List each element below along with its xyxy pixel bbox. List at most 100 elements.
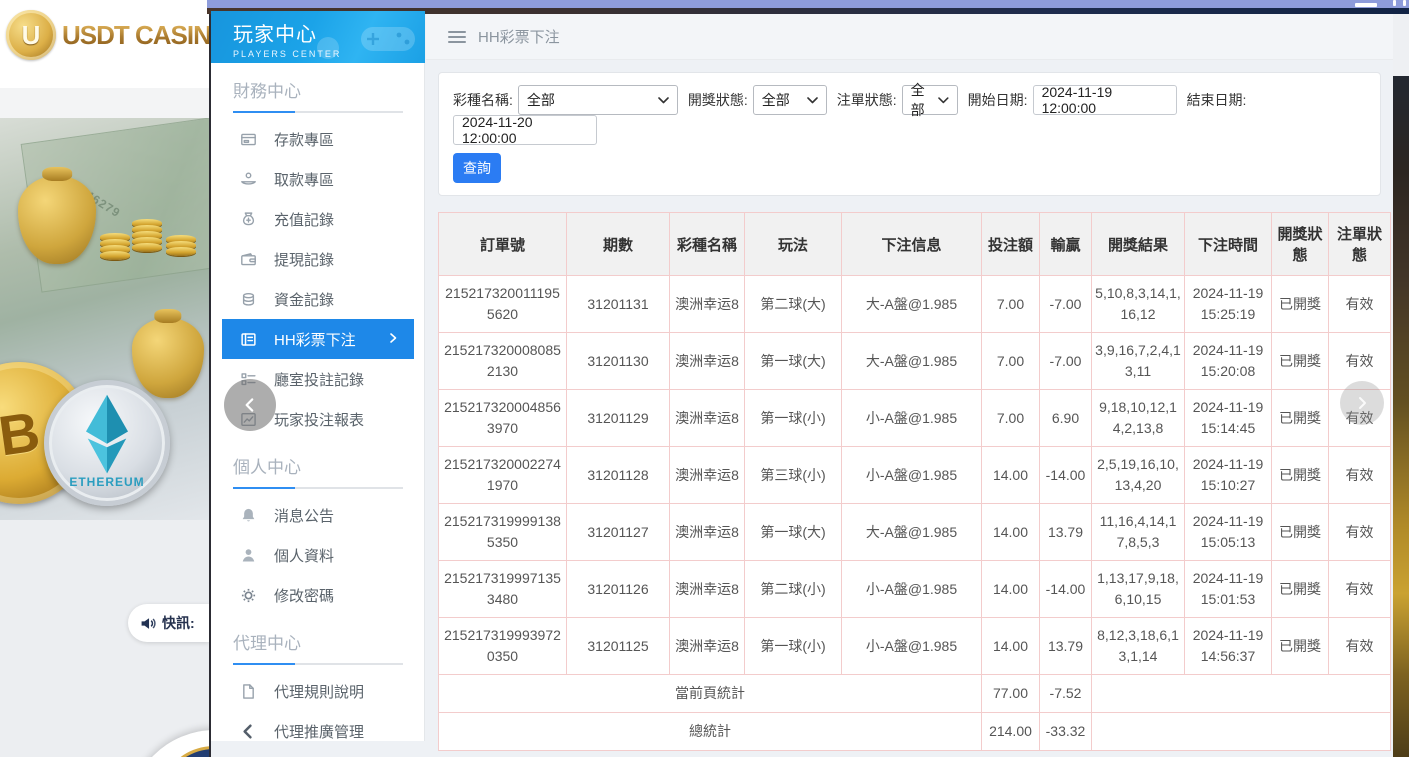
table-cell: 31201131 [567, 276, 670, 333]
sidebar-item-label: 消息公告 [274, 505, 334, 526]
gold-coins-image [100, 236, 130, 260]
order-status-select[interactable]: 全部 [902, 85, 958, 115]
column-header: 下注信息 [842, 213, 982, 276]
table-cell: 31201127 [567, 504, 670, 561]
summary-empty [1092, 713, 1391, 751]
column-header: 玩法 [745, 213, 842, 276]
table-cell: 3,9,16,7,2,4,13,11 [1092, 333, 1185, 390]
column-header: 輸贏 [1040, 213, 1092, 276]
table-cell: 第三球(小) [745, 447, 842, 504]
table-row: 215217320011195562031201131澳洲幸运8第二球(大)大-… [439, 276, 1391, 333]
brand-logo[interactable]: U USDT CASINO [6, 10, 209, 60]
filter-value: 2024-11-20 12:00:00 [462, 114, 588, 146]
ethereum-diamond-icon [78, 393, 136, 477]
table-cell: 11,16,4,14,17,8,5,3 [1092, 504, 1185, 561]
end-date-input[interactable]: 2024-11-20 12:00:00 [453, 115, 597, 145]
sidebar-item-bell[interactable]: 消息公告 [211, 495, 425, 535]
top-bar [207, 0, 1409, 8]
brand-name: USDT CASINO [62, 20, 209, 51]
table-cell: 7.00 [982, 333, 1040, 390]
table-cell: 2152173199971353480 [439, 561, 567, 618]
table-cell: 2024-11-19 15:10:27 [1185, 447, 1272, 504]
filter-panel: 彩種名稱:全部開獎狀態:全部注單狀態:全部開始日期:2024-11-19 12:… [438, 72, 1381, 196]
carousel-next-button[interactable] [1340, 381, 1384, 425]
sidebar-item-share[interactable]: 代理推廣管理 [211, 711, 425, 751]
table-row: 215217320002274197031201128澳洲幸运8第三球(小)小-… [439, 447, 1391, 504]
section-divider [233, 111, 403, 113]
table-cell: 31201126 [567, 561, 670, 618]
table-cell: 第一球(大) [745, 504, 842, 561]
filter-label: 結束日期: [1187, 90, 1247, 110]
filter-label: 注單狀態: [837, 90, 897, 110]
table-cell: 已開獎 [1272, 333, 1329, 390]
share-icon [240, 723, 257, 740]
topbar-partial-icon [1355, 3, 1377, 7]
table-cell: 澳洲幸运8 [670, 504, 745, 561]
table-cell: 澳洲幸运8 [670, 561, 745, 618]
table-cell: 有效 [1329, 447, 1391, 504]
table-cell: 2152173200080852130 [439, 333, 567, 390]
sidebar-item-gear[interactable]: 修改密碼 [211, 575, 425, 615]
sidebar-collapse-button[interactable] [224, 379, 276, 431]
summary-label: 當前頁統計 [439, 675, 982, 713]
filter-label: 開獎狀態: [688, 90, 748, 110]
page-title: HH彩票下注 [478, 26, 560, 47]
withdraw-hand-icon [240, 171, 257, 188]
background-site: U USDT CASINO KB46279 B ETHEREUM [0, 0, 209, 757]
background-right-strip [1391, 14, 1409, 757]
table-cell: 大-A盤@1.985 [842, 333, 982, 390]
table-cell: 1,13,17,9,18,6,10,15 [1092, 561, 1185, 618]
topbar-partial-icon [1393, 0, 1396, 6]
table-cell: 第二球(大) [745, 276, 842, 333]
sidebar-item-label: 提現記錄 [274, 249, 334, 270]
table-cell: 31201129 [567, 390, 670, 447]
sidebar-item-moneybag[interactable]: 充值記錄 [211, 199, 425, 239]
summary-winloss-total: -33.32 [1040, 713, 1092, 751]
table-cell: 2152173199939720350 [439, 618, 567, 675]
sidebar-item-user[interactable]: 個人資料 [211, 535, 425, 575]
sidebar-item-label: 個人資料 [274, 545, 334, 566]
table-cell: 澳洲幸运8 [670, 618, 745, 675]
chevron-right-icon [386, 331, 400, 350]
sidebar-item-label: HH彩票下注 [274, 329, 356, 350]
topbar-partial-icon [1403, 0, 1406, 6]
start-date-input[interactable]: 2024-11-19 12:00:00 [1033, 85, 1177, 115]
lottery-name-select[interactable]: 全部 [518, 85, 678, 115]
table-row: 215217319999138535031201127澳洲幸运8第一球(大)大-… [439, 504, 1391, 561]
table-cell: 小-A盤@1.985 [842, 390, 982, 447]
sidebar-item-withdraw-hand[interactable]: 取款專區 [211, 159, 425, 199]
table-cell: 14.00 [982, 447, 1040, 504]
bets-table-wrap: 訂單號期數彩種名稱玩法下注信息投注額輸贏開獎結果下注時間開獎狀態注單狀態 215… [438, 212, 1381, 751]
filter-value: 2024-11-19 12:00:00 [1042, 84, 1168, 116]
search-button[interactable]: 查詢 [453, 153, 501, 183]
table-cell: 2024-11-19 14:56:37 [1185, 618, 1272, 675]
coins-icon [240, 291, 257, 308]
promo-photo: KB46279 B ETHEREUM [0, 118, 209, 520]
section-divider [233, 487, 403, 489]
sidebar-item-coins[interactable]: 資金記錄 [211, 279, 425, 319]
sidebar-item-lottery-book[interactable]: HH彩票下注 [222, 319, 414, 359]
column-header: 彩種名稱 [670, 213, 745, 276]
menu-toggle-icon[interactable] [448, 31, 466, 43]
table-cell: 有效 [1329, 276, 1391, 333]
table-cell: 已開獎 [1272, 276, 1329, 333]
column-header: 開獎狀態 [1272, 213, 1329, 276]
lottery-book-icon [240, 331, 257, 348]
draw-status-select[interactable]: 全部 [753, 85, 827, 115]
section-title: 財務中心 [211, 63, 425, 103]
sidebar-item-label: 充值記錄 [274, 209, 334, 230]
bell-icon [240, 507, 257, 524]
sidebar-item-document[interactable]: 代理規則說明 [211, 671, 425, 711]
table-cell: 2024-11-19 15:20:08 [1185, 333, 1272, 390]
sidebar-item-label: 玩家投注報表 [274, 409, 364, 430]
section-title: 代理中心 [211, 615, 425, 655]
table-cell: 有效 [1329, 618, 1391, 675]
sidebar-item-wallet[interactable]: 提現記錄 [211, 239, 425, 279]
news-ticker: 快訊: [128, 604, 209, 642]
speaker-icon [140, 616, 157, 631]
table-cell: 31201130 [567, 333, 670, 390]
sidebar-item-label: 代理規則說明 [274, 681, 364, 702]
moneybag-icon [240, 211, 257, 228]
chevron-down-icon [938, 97, 949, 104]
sidebar-item-deposit-card[interactable]: 存款專區 [211, 119, 425, 159]
